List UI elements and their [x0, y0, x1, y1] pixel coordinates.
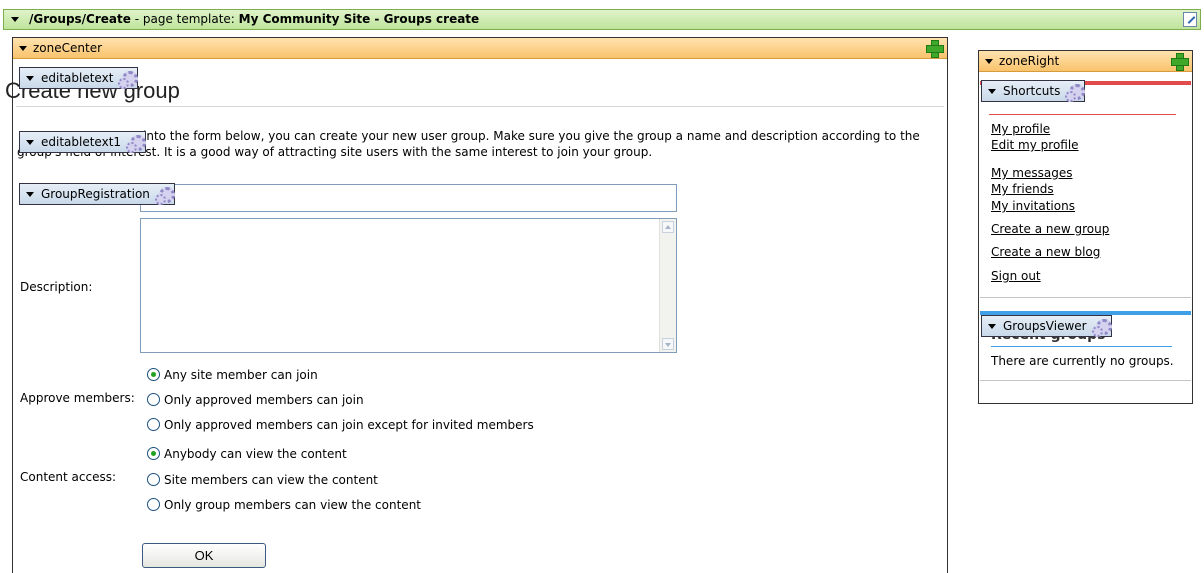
- scroll-up-icon[interactable]: [662, 221, 674, 233]
- groups-empty-message: There are currently no groups.: [991, 354, 1174, 368]
- collapse-arrow-icon[interactable]: [988, 89, 996, 94]
- content-option-site-members[interactable]: Site members can view the content: [147, 472, 378, 488]
- intro-line-2: group's field of interest. It is a good …: [17, 145, 653, 159]
- webpart-groupregistration[interactable]: GroupRegistration: [19, 183, 175, 205]
- link-sign-out[interactable]: Sign out: [991, 269, 1041, 283]
- gear-icon[interactable]: [154, 186, 175, 205]
- webpart-groupsviewer[interactable]: GroupsViewer: [981, 315, 1112, 337]
- radio-label: Only approved members can join: [164, 393, 364, 407]
- description-textarea[interactable]: [140, 218, 677, 353]
- ok-button[interactable]: OK: [142, 543, 266, 568]
- webpart-label: Shortcuts: [1003, 84, 1061, 98]
- gear-icon[interactable]: [1091, 318, 1112, 337]
- collapse-arrow-icon[interactable]: [26, 192, 34, 197]
- collapse-arrow-icon[interactable]: [26, 140, 34, 145]
- radio-icon[interactable]: [147, 498, 160, 511]
- webpart-label: GroupsViewer: [1003, 319, 1087, 333]
- scroll-down-icon[interactable]: [662, 338, 674, 350]
- radio-icon[interactable]: [147, 393, 160, 406]
- divider: [980, 297, 1191, 298]
- group-name-input[interactable]: [140, 184, 677, 212]
- link-my-messages[interactable]: My messages: [991, 166, 1072, 180]
- link-my-invitations[interactable]: My invitations: [991, 199, 1075, 213]
- add-webpart-icon[interactable]: [1171, 53, 1189, 71]
- collapse-arrow-icon[interactable]: [988, 324, 996, 329]
- content-option-anybody[interactable]: Anybody can view the content: [147, 446, 347, 462]
- link-edit-my-profile[interactable]: Edit my profile: [991, 138, 1079, 152]
- webpart-editabletext1[interactable]: editabletext1: [19, 131, 147, 153]
- link-my-friends[interactable]: My friends: [991, 182, 1054, 196]
- radio-checked-icon[interactable]: [147, 447, 160, 460]
- radio-icon[interactable]: [147, 473, 160, 486]
- zone-center-header: zoneCenter: [13, 38, 947, 59]
- intro-line-1: into the form below, you can create your…: [143, 129, 920, 143]
- gear-icon[interactable]: [117, 70, 139, 89]
- approve-option-invited[interactable]: Only approved members can join except fo…: [147, 417, 534, 433]
- gear-icon[interactable]: [125, 134, 147, 153]
- template-name: My Community Site - Groups create: [238, 12, 480, 26]
- collapse-arrow-icon[interactable]: [11, 17, 19, 22]
- webpart-editabletext[interactable]: editabletext: [19, 67, 139, 89]
- content-option-group-members[interactable]: Only group members can view the content: [147, 497, 421, 513]
- page-template-bar: /Groups/Create - page template: My Commu…: [3, 9, 1201, 30]
- description-label: Description:: [20, 280, 93, 294]
- zone-right-header: zoneRight: [979, 51, 1192, 72]
- add-webpart-icon[interactable]: [926, 40, 944, 58]
- page-path: /Groups/Create: [29, 12, 131, 26]
- heading-divider: [16, 106, 944, 107]
- gear-icon[interactable]: [1064, 83, 1086, 102]
- approve-option-approved[interactable]: Only approved members can join: [147, 392, 364, 408]
- approve-members-label: Approve members:: [20, 391, 135, 405]
- link-create-new-blog[interactable]: Create a new blog: [991, 245, 1100, 259]
- webpart-shortcuts[interactable]: Shortcuts: [981, 80, 1086, 102]
- scrollbar[interactable]: [659, 219, 676, 352]
- zone-title: zoneCenter: [33, 41, 103, 55]
- radio-label: Anybody can view the content: [164, 447, 347, 461]
- edit-icon[interactable]: [1183, 12, 1197, 27]
- page-template-title: /Groups/Create - page template: My Commu…: [29, 10, 479, 29]
- zone-title: zoneRight: [999, 54, 1060, 68]
- radio-icon[interactable]: [147, 418, 160, 431]
- collapse-arrow-icon[interactable]: [19, 46, 27, 51]
- intro-text: into the form below, you can create your…: [17, 128, 943, 160]
- webpart-label: GroupRegistration: [41, 187, 150, 201]
- page-template-caption: - page template:: [130, 12, 239, 26]
- webpart-label: editabletext1: [41, 135, 122, 149]
- radio-checked-icon[interactable]: [147, 368, 160, 381]
- collapse-arrow-icon[interactable]: [26, 76, 34, 81]
- groups-divider: [991, 346, 1172, 347]
- webpart-label: editabletext: [41, 71, 114, 85]
- radio-label: Site members can view the content: [164, 473, 378, 487]
- link-create-new-group[interactable]: Create a new group: [991, 222, 1109, 236]
- radio-label: Only approved members can join except fo…: [164, 418, 534, 432]
- collapse-arrow-icon[interactable]: [985, 59, 993, 64]
- content-access-label: Content access:: [20, 470, 117, 484]
- link-my-profile[interactable]: My profile: [991, 122, 1050, 136]
- approve-option-any[interactable]: Any site member can join: [147, 367, 318, 383]
- shortcuts-divider: [989, 114, 1176, 115]
- radio-label: Only group members can view the content: [164, 498, 421, 512]
- zone-right: zoneRight My profile Edit my profile My …: [978, 50, 1193, 404]
- radio-label: Any site member can join: [164, 368, 318, 382]
- divider: [980, 380, 1191, 381]
